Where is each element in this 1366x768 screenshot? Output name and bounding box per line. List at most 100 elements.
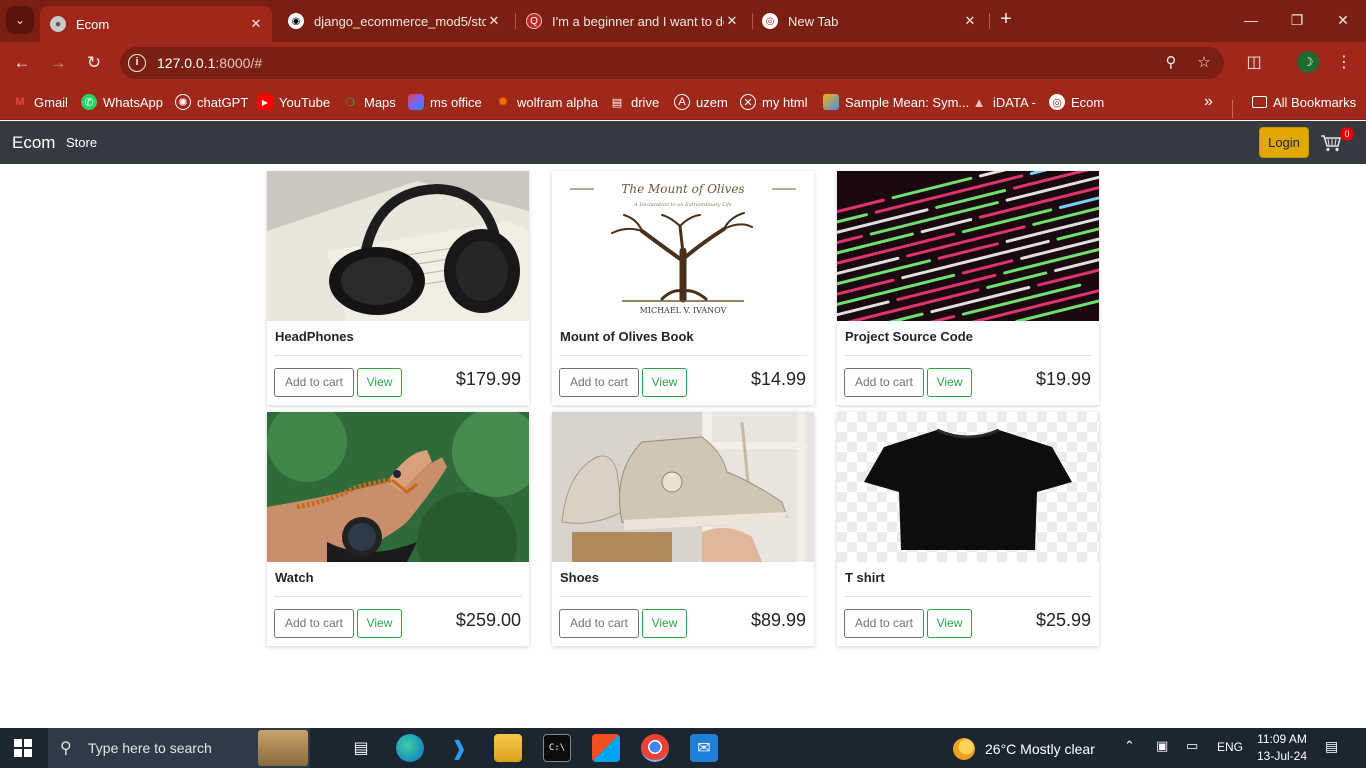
view-button[interactable]: View	[357, 368, 402, 397]
bookmark-sample-mean[interactable]: Sample Mean: Sym...	[823, 92, 969, 112]
whatsapp-icon: ✆	[81, 94, 97, 110]
product-card-source-code: Project Source Code Add to cart View $19…	[837, 171, 1099, 405]
close-tab-icon[interactable]: ✕	[724, 13, 740, 29]
chrome-page-icon: ●	[50, 16, 66, 32]
bookmark-label: drive	[631, 94, 660, 110]
file-explorer-icon[interactable]	[494, 734, 522, 762]
add-to-cart-button[interactable]: Add to cart	[274, 609, 354, 638]
maps-icon: ❍	[345, 96, 355, 109]
search-highlight-image[interactable]	[258, 730, 308, 766]
close-tab-icon[interactable]: ✕	[962, 13, 978, 29]
forward-arrow-icon[interactable]: →	[45, 50, 71, 76]
network-icon[interactable]: ▭	[1186, 738, 1198, 754]
close-tab-icon[interactable]: ✕	[248, 16, 264, 32]
openai-icon: ✺	[175, 94, 191, 110]
store-icon[interactable]	[592, 734, 620, 762]
edge-icon[interactable]	[396, 734, 424, 762]
bookmark-my-html[interactable]: ✕ my html	[740, 92, 808, 112]
product-name: T shirt	[845, 570, 885, 585]
view-button[interactable]: View	[642, 609, 687, 638]
notification-icon[interactable]: ▤	[1325, 738, 1345, 756]
mail-icon[interactable]: ✉	[690, 734, 718, 762]
bookmark-youtube[interactable]: ▶ YouTube	[257, 92, 330, 112]
tab-new-tab[interactable]: ◎ New Tab ✕	[752, 6, 986, 36]
bookmark-label: iDATA -	[993, 94, 1036, 110]
site-brand[interactable]: Ecom	[12, 133, 55, 153]
shoes-image[interactable]	[552, 412, 814, 562]
profile-avatar[interactable]: ☽	[1297, 51, 1319, 73]
tshirt-image[interactable]	[837, 412, 1099, 562]
close-window-icon[interactable]: ✕	[1329, 8, 1357, 32]
gmail-icon: M	[15, 96, 25, 108]
bookmark-chatgpt[interactable]: ✺ chatGPT	[175, 92, 248, 112]
github-icon: ◉	[288, 13, 304, 29]
bookmarks-divider	[1232, 100, 1233, 118]
url-text[interactable]: 127.0.0.1:8000/#	[157, 55, 262, 71]
bookmark-wolfram[interactable]: ✹ wolfram alpha	[495, 92, 598, 112]
bookmark-ecom[interactable]: ◎ Ecom	[1049, 92, 1104, 112]
bookmark-whatsapp[interactable]: ✆ WhatsApp	[81, 92, 163, 112]
chart-icon	[823, 94, 839, 110]
new-tab-plus-icon[interactable]: +	[995, 9, 1017, 31]
reload-icon[interactable]: ↻	[81, 50, 107, 76]
back-arrow-icon[interactable]: ←	[9, 50, 35, 76]
vscode-icon[interactable]: ❱	[445, 734, 473, 762]
add-to-cart-button[interactable]: Add to cart	[559, 609, 639, 638]
add-to-cart-button[interactable]: Add to cart	[274, 368, 354, 397]
bookmark-ms-office[interactable]: ms office	[408, 92, 482, 112]
close-tab-icon[interactable]: ✕	[486, 13, 502, 29]
terminal-icon[interactable]: C:\	[543, 734, 571, 762]
product-name: Shoes	[560, 570, 600, 585]
tab-search-chevron-icon[interactable]: ⌄	[6, 6, 34, 34]
bookmarks-overflow-icon[interactable]: »	[1204, 92, 1213, 112]
language-indicator[interactable]: ENG	[1217, 740, 1243, 754]
minimize-icon[interactable]: —	[1237, 8, 1265, 32]
all-bookmarks[interactable]: All Bookmarks	[1252, 92, 1356, 112]
cart-icon[interactable]	[1320, 133, 1342, 153]
bookmark-gmail[interactable]: M Gmail	[12, 92, 68, 112]
login-button[interactable]: Login	[1259, 127, 1309, 158]
view-button[interactable]: View	[927, 368, 972, 397]
nav-store-link[interactable]: Store	[66, 135, 97, 150]
bookmark-drive[interactable]: ▤ drive	[609, 92, 659, 112]
bookmarks-bar: M Gmail ✆ WhatsApp ✺ chatGPT ▶ YouTube ❍ Maps…	[0, 84, 1366, 120]
tab-title: I'm a beginner and I want to do	[552, 13, 724, 29]
meet-now-icon[interactable]: ▣	[1156, 738, 1168, 754]
zoom-magnifier-icon[interactable]: ⚲	[1161, 53, 1181, 73]
bookmark-star-icon[interactable]: ☆	[1194, 53, 1214, 73]
weather-text: 26°C Mostly clear	[985, 741, 1095, 757]
weather-widget[interactable]: 26°C Mostly clear	[953, 738, 1095, 760]
task-view-icon[interactable]: ▤	[347, 734, 375, 762]
tab-ecom[interactable]: ● Ecom ✕	[40, 6, 272, 42]
tray-chevron-up-icon[interactable]: ⌃	[1124, 738, 1135, 754]
bookmark-label: Gmail	[34, 94, 68, 110]
address-bar[interactable]: i 127.0.0.1:8000/# ⚲ ☆	[120, 47, 1224, 79]
product-price: $259.00	[455, 610, 521, 630]
add-to-cart-button[interactable]: Add to cart	[844, 609, 924, 638]
restore-icon[interactable]: ❐	[1283, 8, 1311, 32]
tab-quora[interactable]: Q I'm a beginner and I want to do ✕	[516, 6, 748, 36]
tab-github[interactable]: ◉ django_ecommerce_mod5/stor ✕	[278, 6, 510, 36]
taskbar-clock[interactable]: 11:09 AM 13-Jul-24	[1254, 731, 1310, 765]
windows-start-icon[interactable]	[14, 739, 32, 757]
bookmark-uzem[interactable]: Auzem	[674, 92, 728, 112]
view-button[interactable]: View	[642, 368, 687, 397]
bookmark-idata[interactable]: ▲ iDATA -	[971, 92, 1036, 112]
idata-icon: ▲	[972, 94, 986, 110]
watch-image[interactable]	[267, 412, 529, 562]
site-info-icon[interactable]: i	[128, 54, 146, 72]
view-button[interactable]: View	[927, 609, 972, 638]
more-menu-icon[interactable]: ⋮	[1333, 52, 1355, 74]
add-to-cart-button[interactable]: Add to cart	[559, 368, 639, 397]
book-cover-image[interactable]: The Mount of Olives A Declaration to an …	[552, 171, 814, 321]
folder-icon	[1252, 96, 1267, 108]
browser-toolbar: ← → ↻ i 127.0.0.1:8000/# ⚲ ☆ ◫ ☽ ⋮	[0, 42, 1366, 84]
bookmark-maps[interactable]: ❍ Maps	[342, 92, 396, 112]
extensions-puzzle-icon[interactable]: ◫	[1243, 52, 1265, 74]
source-code-image[interactable]	[837, 171, 1099, 321]
chrome-taskbar-icon[interactable]	[641, 734, 669, 762]
add-to-cart-button[interactable]: Add to cart	[844, 368, 924, 397]
view-button[interactable]: View	[357, 609, 402, 638]
product-name: Mount of Olives Book	[560, 329, 694, 344]
headphones-image[interactable]	[267, 171, 529, 321]
